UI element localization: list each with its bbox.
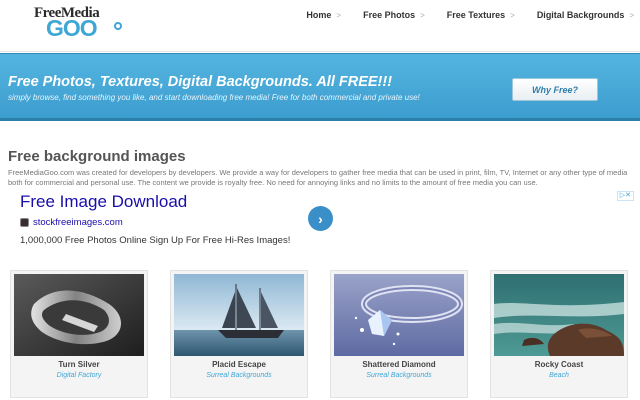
card-title[interactable]: Shattered Diamond <box>331 360 467 369</box>
nav-item-label: Home <box>306 10 332 20</box>
card-category-link[interactable]: Surreal Backgrounds <box>171 372 307 379</box>
ad-choices-icon[interactable]: ▷✕ <box>616 191 634 201</box>
chevron-right-icon: > <box>629 10 634 20</box>
gallery-card[interactable]: Rocky Coast Beach <box>490 270 628 398</box>
ad-site[interactable]: stockfreeimages.com <box>20 217 123 228</box>
why-free-button[interactable]: Why Free? <box>512 78 598 101</box>
nav-item-label: Digital Backgrounds <box>536 10 625 20</box>
chevron-right-icon: > <box>510 10 515 20</box>
card-title[interactable]: Placid Escape <box>171 360 307 369</box>
nav-item-home[interactable]: Home > <box>306 10 341 20</box>
nav-item-free-photos[interactable]: Free Photos > <box>363 10 425 20</box>
chevron-right-icon: > <box>420 10 425 20</box>
ad-block[interactable]: ▷✕ Free Image Download stockfreeimages.c… <box>8 190 634 256</box>
logo-drop-icon <box>114 22 122 30</box>
chevron-right-icon: > <box>336 10 342 20</box>
page-description: FreeMediaGoo.com was created for develop… <box>8 168 628 187</box>
nav-item-digital-backgrounds[interactable]: Digital Backgrounds > <box>537 10 634 20</box>
ad-text: 1,000,000 Free Photos Online Sign Up For… <box>20 235 291 246</box>
card-category-link[interactable]: Digital Factory <box>11 372 147 379</box>
card-title[interactable]: Turn Silver <box>11 360 147 369</box>
site-logo[interactable]: FreeMedia GOO <box>34 5 126 43</box>
hero-banner: Free Photos, Textures, Digital Backgroun… <box>0 53 640 121</box>
image-gallery: Turn Silver Digital Factory Placid Escap… <box>0 264 640 400</box>
card-category-link[interactable]: Surreal Backgrounds <box>331 372 467 379</box>
banner-title: Free Photos, Textures, Digital Backgroun… <box>8 74 393 90</box>
gallery-card[interactable]: Shattered Diamond Surreal Backgrounds <box>330 270 468 398</box>
ad-title[interactable]: Free Image Download <box>20 192 187 212</box>
card-title[interactable]: Rocky Coast <box>491 360 627 369</box>
ad-site-label: stockfreeimages.com <box>33 217 123 228</box>
arrow-right-icon[interactable]: › <box>308 206 333 231</box>
page-title: Free background images <box>8 148 186 165</box>
favicon-icon <box>20 218 29 227</box>
site-header: FreeMedia GOO Home > Free Photos > Free … <box>0 0 640 52</box>
nav-item-label: Free Textures <box>446 10 506 20</box>
logo-text-bottom: GOO <box>46 15 98 41</box>
nav-item-free-textures[interactable]: Free Textures > <box>447 10 515 20</box>
thumbnail-image[interactable] <box>174 274 304 356</box>
gallery-card[interactable]: Placid Escape Surreal Backgrounds <box>170 270 308 398</box>
banner-subtitle: simply browse, find something you like, … <box>8 93 420 102</box>
thumbnail-image[interactable] <box>14 274 144 356</box>
card-category-link[interactable]: Beach <box>491 372 627 379</box>
main-nav: Home > Free Photos > Free Textures > Dig… <box>284 10 634 20</box>
thumbnail-image[interactable] <box>494 274 624 356</box>
nav-item-label: Free Photos <box>363 10 416 20</box>
thumbnail-image[interactable] <box>334 274 464 356</box>
gallery-card[interactable]: Turn Silver Digital Factory <box>10 270 148 398</box>
